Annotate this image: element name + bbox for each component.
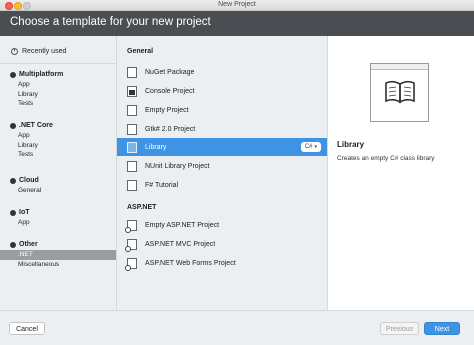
aspnet-mvc-icon bbox=[125, 238, 137, 252]
sidebar-group-cloud: Cloud General bbox=[0, 175, 116, 196]
cancel-button[interactable]: Cancel bbox=[9, 322, 45, 335]
template-console-project[interactable]: Console Project bbox=[117, 82, 327, 100]
template-label: ASP.NET MVC Project bbox=[145, 240, 216, 248]
template-detail-title: Library bbox=[337, 140, 365, 149]
template-label: F# Tutorial bbox=[145, 181, 179, 189]
sidebar-group-multiplatform: Multiplatform App Library Tests bbox=[0, 69, 116, 109]
sidebar-item-other-dotnet[interactable]: .NET bbox=[0, 250, 116, 260]
console-project-icon bbox=[127, 85, 137, 97]
iot-icon bbox=[10, 209, 16, 216]
sidebar-group-label: Cloud bbox=[19, 177, 39, 184]
template-label: Console Project bbox=[145, 87, 195, 95]
sidebar-item-dotnet-core-app[interactable]: App bbox=[0, 131, 116, 141]
sidebar-item-dotnet-core-tests[interactable]: Tests bbox=[0, 150, 116, 160]
sidebar-divider bbox=[0, 63, 116, 64]
template-list: General NuGet Package Console Project Em… bbox=[117, 36, 327, 310]
multiplatform-icon bbox=[10, 71, 16, 78]
sidebar-group-iot: IoT App bbox=[0, 207, 116, 228]
nunit-project-icon bbox=[127, 160, 137, 172]
sidebar-group-label: Other bbox=[19, 241, 38, 248]
template-detail-panel: Library Creates an empty C# class librar… bbox=[327, 36, 474, 310]
sidebar-item-multiplatform-library[interactable]: Library bbox=[0, 90, 116, 100]
dialog-footer: Cancel Previous Next bbox=[0, 310, 474, 345]
page-title: Choose a template for your new project bbox=[10, 16, 211, 28]
template-aspnet-mvc-project[interactable]: ASP.NET MVC Project bbox=[117, 235, 327, 253]
next-button[interactable]: Next bbox=[424, 322, 460, 335]
nuget-package-icon bbox=[127, 66, 137, 78]
other-icon bbox=[10, 241, 16, 248]
sidebar-group-header[interactable]: Multiplatform bbox=[0, 69, 116, 80]
template-label: Empty ASP.NET Project bbox=[145, 221, 220, 229]
language-value: C# bbox=[304, 144, 313, 150]
sidebar-group-label: Multiplatform bbox=[19, 71, 64, 78]
sidebar-item-multiplatform-app[interactable]: App bbox=[0, 80, 116, 90]
book-icon bbox=[385, 80, 415, 104]
empty-project-icon bbox=[127, 104, 137, 116]
category-sidebar: Recently used Multiplatform App Library … bbox=[0, 36, 117, 310]
sidebar-item-iot-app[interactable]: App bbox=[0, 218, 116, 228]
template-label: Empty Project bbox=[145, 106, 189, 114]
fsharp-tutorial-icon bbox=[127, 179, 137, 191]
previous-button[interactable]: Previous bbox=[380, 322, 419, 335]
sidebar-item-cloud-general[interactable]: General bbox=[0, 186, 116, 196]
template-nunit-library-project[interactable]: NUnit Library Project bbox=[117, 157, 327, 175]
section-label-aspnet: ASP.NET bbox=[127, 204, 157, 211]
gtk-project-icon bbox=[127, 123, 137, 135]
window-title: New Project bbox=[218, 1, 256, 8]
language-select[interactable]: C# ▾ bbox=[300, 142, 321, 152]
sidebar-group-label: .NET Core bbox=[19, 122, 53, 129]
template-library[interactable]: Library C# ▾ bbox=[117, 138, 327, 156]
window-titlebar: New Project bbox=[0, 0, 474, 11]
sidebar-item-dotnet-core-library[interactable]: Library bbox=[0, 141, 116, 151]
sidebar-group-header[interactable]: IoT bbox=[0, 207, 116, 218]
template-fsharp-tutorial[interactable]: F# Tutorial bbox=[117, 176, 327, 194]
template-empty-aspnet-project[interactable]: Empty ASP.NET Project bbox=[117, 216, 327, 234]
chevron-down-icon: ▾ bbox=[314, 144, 317, 150]
section-label-general: General bbox=[127, 48, 154, 55]
template-label: ASP.NET Web Forms Project bbox=[145, 259, 236, 267]
sidebar-item-recently-used[interactable]: Recently used bbox=[0, 44, 116, 58]
sidebar-group-other: Other .NET Miscellaneous bbox=[0, 239, 116, 269]
clock-icon bbox=[11, 47, 18, 55]
cloud-icon bbox=[10, 177, 16, 184]
template-aspnet-webforms-project[interactable]: ASP.NET Web Forms Project bbox=[117, 254, 327, 272]
sidebar-item-other-miscellaneous[interactable]: Miscellaneous bbox=[0, 260, 116, 270]
sidebar-group-header[interactable]: Other bbox=[0, 239, 116, 250]
preview-window-bar bbox=[371, 64, 428, 70]
template-gtk-project[interactable]: Gtk# 2.0 Project bbox=[117, 120, 327, 138]
aspnet-empty-icon bbox=[125, 219, 137, 233]
sidebar-group-label: IoT bbox=[19, 209, 30, 216]
template-detail-description: Creates an empty C# class library bbox=[337, 155, 435, 162]
template-label: Gtk# 2.0 Project bbox=[145, 125, 196, 133]
dotnet-core-icon bbox=[10, 122, 16, 129]
sidebar-group-header[interactable]: .NET Core bbox=[0, 120, 116, 131]
template-empty-project[interactable]: Empty Project bbox=[117, 101, 327, 119]
aspnet-webforms-icon bbox=[125, 257, 137, 271]
sidebar-group-header[interactable]: Cloud bbox=[0, 175, 116, 186]
template-preview bbox=[370, 63, 429, 122]
template-label: NuGet Package bbox=[145, 68, 195, 76]
sidebar-item-multiplatform-tests[interactable]: Tests bbox=[0, 99, 116, 109]
template-nuget-package[interactable]: NuGet Package bbox=[117, 63, 327, 81]
template-label: NUnit Library Project bbox=[145, 162, 210, 170]
template-label: Library bbox=[145, 143, 167, 151]
library-icon bbox=[127, 141, 137, 153]
sidebar-item-label: Recently used bbox=[22, 47, 67, 55]
dialog-header: Choose a template for your new project bbox=[0, 11, 474, 36]
sidebar-group-dotnet-core: .NET Core App Library Tests bbox=[0, 120, 116, 160]
